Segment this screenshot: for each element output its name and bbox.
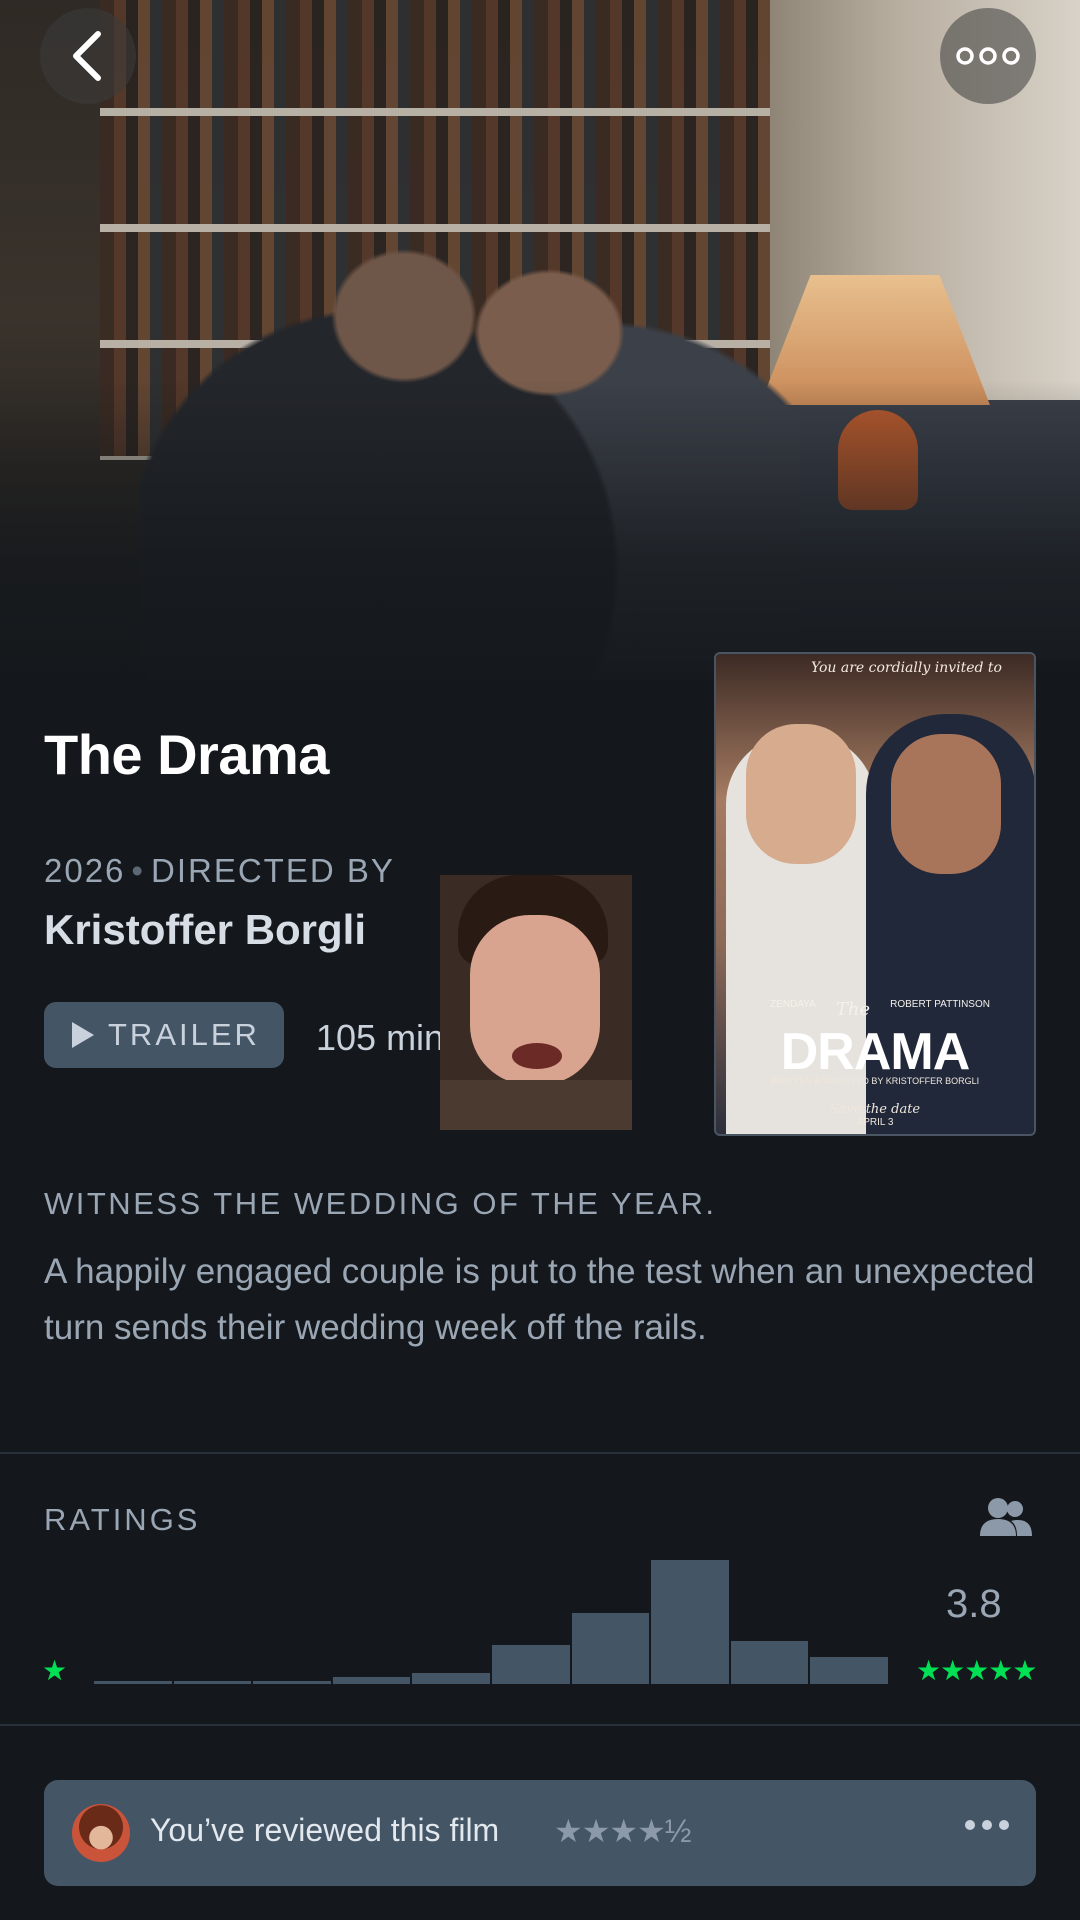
- ratings-label: RATINGS: [44, 1502, 201, 1537]
- histogram-bar-3[interactable]: [253, 1681, 331, 1684]
- histogram-bar-4[interactable]: [332, 1677, 411, 1684]
- trailer-button[interactable]: TRAILER: [44, 1002, 284, 1068]
- poster-invite-line: You are cordially invited to: [810, 660, 1002, 676]
- histogram-bar-6[interactable]: [491, 1645, 570, 1684]
- users-icon-svg: [980, 1498, 1032, 1536]
- poster-save-date-label: Save the date: [829, 1102, 921, 1117]
- chevron-left-icon: [73, 31, 101, 81]
- more-options-button[interactable]: [940, 8, 1036, 104]
- poster-woman-face: [891, 734, 1001, 874]
- play-icon: [72, 1022, 94, 1048]
- film-year[interactable]: 2026: [44, 852, 125, 889]
- video-overlay-face: [440, 875, 632, 1130]
- overlay-shirt: [440, 1080, 632, 1130]
- poster-title: DRAMA: [780, 1023, 971, 1081]
- film-title: The Drama: [44, 723, 329, 786]
- more-horizontal-icon: [956, 47, 1020, 65]
- back-button[interactable]: [40, 8, 136, 104]
- average-rating[interactable]: 3.8: [946, 1582, 1002, 1627]
- overlay-mouth: [512, 1043, 562, 1069]
- directed-by-label: DIRECTED BY: [150, 852, 395, 889]
- review-status-text: You’ve reviewed this film: [150, 1812, 500, 1848]
- divider: [0, 1724, 1080, 1726]
- histogram-bar-5[interactable]: [412, 1673, 490, 1684]
- poster-release-date: APRIL 3: [856, 1117, 894, 1128]
- histogram-bar-8[interactable]: [651, 1560, 729, 1684]
- poster-name-right: ROBERT PATTINSON: [890, 999, 990, 1010]
- histogram-bar-2[interactable]: [173, 1681, 252, 1684]
- backdrop-image: [0, 0, 1080, 700]
- histogram-bar-1[interactable]: [94, 1681, 172, 1684]
- avatar: [72, 1804, 130, 1862]
- ratings-histogram[interactable]: [94, 1560, 888, 1684]
- film-poster[interactable]: You are cordially invited to ZENDAYA The…: [714, 652, 1036, 1136]
- histogram-bar-7[interactable]: [571, 1613, 650, 1684]
- trailer-label: TRAILER: [108, 1017, 260, 1052]
- histogram-bar-10[interactable]: [810, 1657, 888, 1684]
- poster-credit: WRITTEN & DIRECTED BY KRISTOFFER BORGLI: [770, 1076, 980, 1086]
- poster-names: ZENDAYA The ROBERT PATTINSON: [770, 999, 990, 1020]
- divider: [0, 1452, 1080, 1454]
- more-horizontal-icon[interactable]: [964, 1818, 1010, 1837]
- min-star-icon: ★: [42, 1655, 68, 1686]
- film-meta: 2026 • DIRECTED BY: [44, 852, 395, 890]
- review-stars: ★★★★½: [554, 1813, 691, 1849]
- poster-save-date: Save the date APRIL 3: [716, 1102, 1034, 1128]
- histogram-bar-9[interactable]: [730, 1641, 809, 1684]
- max-stars-icon: ★★★★★: [916, 1655, 1038, 1686]
- separator-dot: •: [131, 852, 145, 889]
- tagline: WITNESS THE WEDDING OF THE YEAR.: [44, 1186, 717, 1221]
- users-icon[interactable]: [980, 1496, 1032, 1545]
- poster-title-small: The: [835, 999, 871, 1020]
- poster-name-left: ZENDAYA: [770, 999, 816, 1010]
- poster-man-face: [746, 724, 856, 864]
- your-review-bar[interactable]: You’ve reviewed this film ★★★★½: [44, 1780, 1036, 1886]
- synopsis[interactable]: A happily engaged couple is put to the t…: [44, 1244, 1044, 1356]
- review-more-icon: [965, 1820, 1009, 1830]
- director-link[interactable]: Kristoffer Borgli: [44, 906, 366, 954]
